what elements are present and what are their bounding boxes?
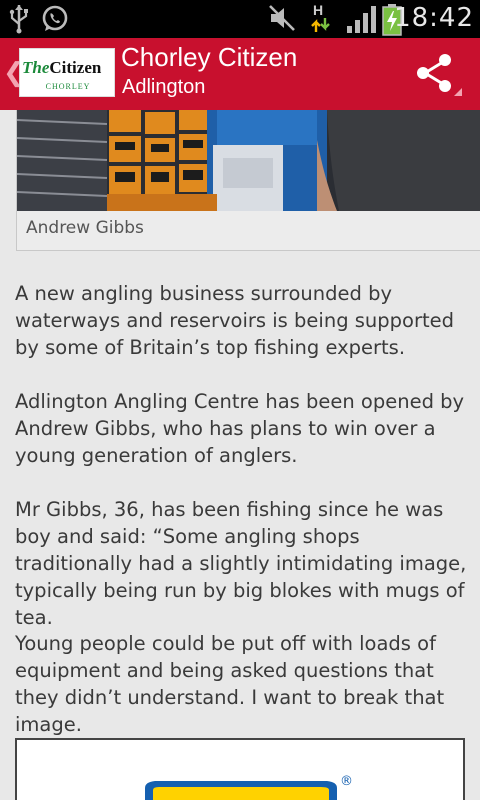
section-subtitle: Adlington (122, 76, 206, 98)
article-photo-figure: Andrew Gibbs (16, 110, 480, 251)
article-paragraph-4: Young people could be put off with loads… (15, 632, 445, 736)
usb-icon (9, 5, 28, 34)
logo-subtext: CHORLEY (45, 82, 91, 91)
ad-registered-mark: ® (340, 774, 353, 789)
data-arrows-icon (311, 18, 330, 32)
network-type-label: H (313, 2, 324, 18)
advertisement-box[interactable]: ® (15, 738, 465, 800)
article-paragraph-1: A new angling business surrounded by wat… (15, 282, 455, 359)
signal-icon (347, 6, 376, 33)
app-title: Chorley Citizen (121, 42, 298, 72)
share-button[interactable] (410, 50, 470, 98)
status-bar: H 18:42 (0, 0, 480, 38)
action-bar: ❮ TheCitizen CHORLEY Chorley Citizen Adl… (0, 38, 480, 110)
mute-icon (269, 5, 295, 31)
photo-caption: Andrew Gibbs (26, 218, 144, 238)
ad-logo-image (145, 781, 337, 800)
whatsapp-icon (42, 5, 68, 31)
app-logo[interactable]: TheCitizen CHORLEY (19, 48, 115, 97)
logo-wordmark: TheCitizen (22, 58, 102, 77)
article-paragraph-3: Mr Gibbs, 36, has been fishing since he … (15, 498, 467, 629)
share-icon (417, 54, 462, 96)
article-paragraph-2: Adlington Angling Centre has been opened… (15, 390, 465, 467)
article-photo[interactable] (17, 110, 480, 211)
article-content[interactable]: Andrew Gibbs A new angling business surr… (0, 110, 480, 800)
clock: 18:42 (394, 3, 474, 33)
